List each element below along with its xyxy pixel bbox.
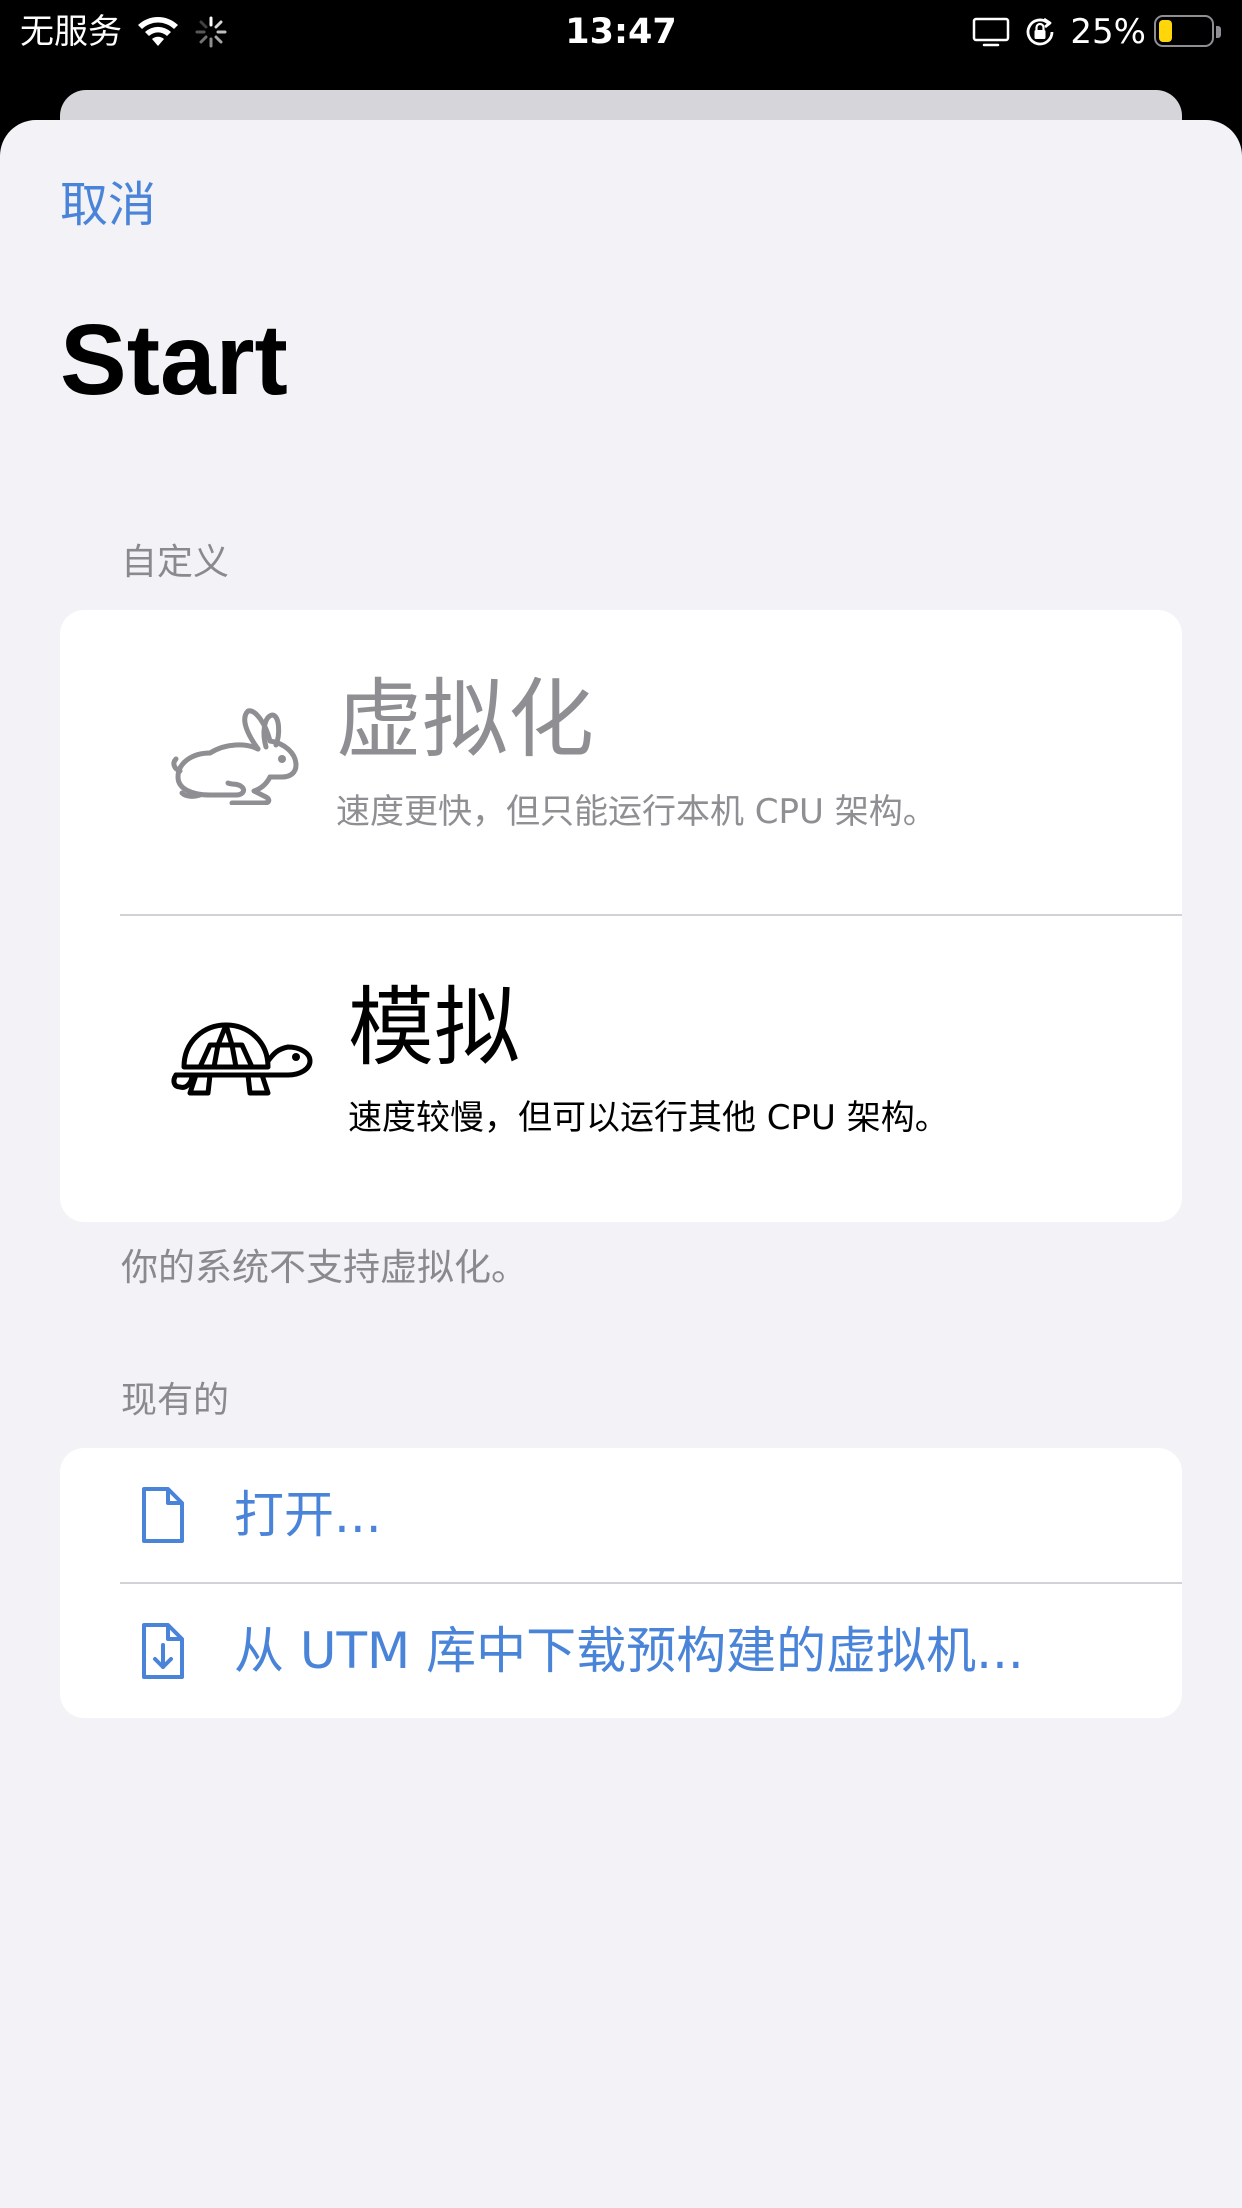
document-icon bbox=[142, 1487, 184, 1543]
status-bar-right: 25% bbox=[972, 8, 1222, 56]
new-vm-sheet: 取消 Start 自定义 虚拟化 速度更快，但只能运行本机 CPU 架构。 模拟… bbox=[0, 120, 1242, 2208]
battery-icon bbox=[1154, 15, 1222, 49]
custom-options-group: 虚拟化 速度更快，但只能运行本机 CPU 架构。 模拟 速度较慢，但可以运行其他… bbox=[60, 610, 1182, 1222]
cancel-button[interactable]: 取消 bbox=[60, 175, 156, 235]
open-file-label: 打开... bbox=[234, 1486, 382, 1544]
option-description: 速度较慢，但可以运行其他 CPU 架构。 bbox=[348, 1098, 949, 1138]
page-title: Start bbox=[60, 304, 288, 416]
orientation-lock-icon bbox=[1027, 17, 1054, 46]
option-emulate[interactable]: 模拟 速度较慢，但可以运行其他 CPU 架构。 bbox=[60, 916, 1182, 1222]
tortoise-icon bbox=[171, 1022, 313, 1096]
status-bar: 无服务 13:47 25% bbox=[0, 0, 1242, 64]
option-title: 虚拟化 bbox=[336, 670, 594, 770]
option-description: 速度更快，但只能运行本机 CPU 架构。 bbox=[336, 792, 937, 832]
virtualization-unsupported-note: 你的系统不支持虚拟化。 bbox=[121, 1246, 528, 1289]
option-title: 模拟 bbox=[348, 978, 520, 1078]
hare-icon bbox=[171, 708, 299, 805]
document-download-icon bbox=[142, 1623, 184, 1679]
battery-percent: 25% bbox=[1070, 12, 1146, 52]
option-virtualize[interactable]: 虚拟化 速度更快，但只能运行本机 CPU 架构。 bbox=[60, 610, 1182, 915]
existing-items-group: 打开... 从 UTM 库中下载预构建的虚拟机... bbox=[60, 1448, 1182, 1718]
screen-mirroring-icon bbox=[973, 17, 1010, 47]
open-file-item[interactable]: 打开... bbox=[60, 1448, 1182, 1582]
section-header-custom: 自定义 bbox=[121, 542, 230, 583]
download-from-gallery-label: 从 UTM 库中下载预构建的虚拟机... bbox=[234, 1622, 1024, 1680]
section-header-existing: 现有的 bbox=[121, 1380, 230, 1421]
battery-fill bbox=[1159, 20, 1172, 42]
download-from-gallery-item[interactable]: 从 UTM 库中下载预构建的虚拟机... bbox=[60, 1584, 1182, 1718]
